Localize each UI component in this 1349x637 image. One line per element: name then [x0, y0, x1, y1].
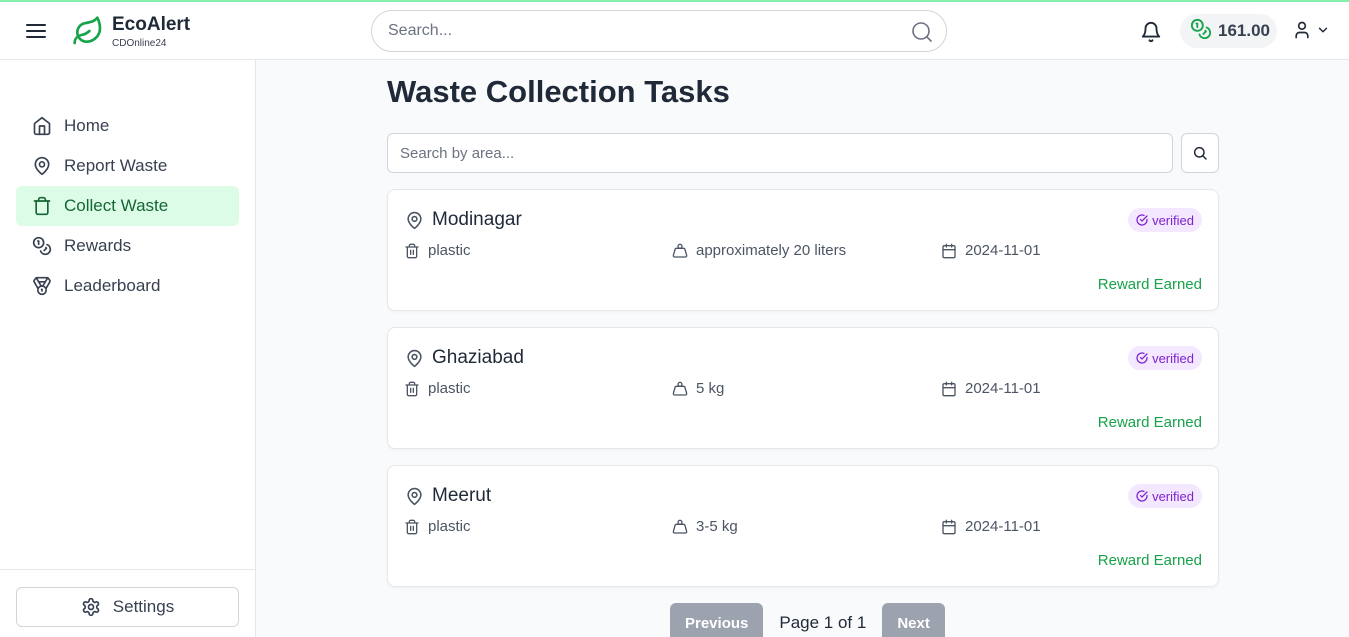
task-date: 2024-11-01 [941, 518, 1041, 535]
amount-text: 5 kg [696, 380, 725, 397]
area-search-button[interactable] [1181, 133, 1219, 173]
date-text: 2024-11-01 [965, 518, 1041, 535]
page-info: Page 1 of 1 [779, 613, 867, 632]
sidebar-item-collect-waste[interactable]: Collect Waste [16, 186, 239, 226]
waste-type-text: plastic [428, 518, 471, 535]
weight-icon [672, 381, 688, 396]
task-location: Modinagar [405, 209, 522, 231]
global-search [371, 10, 947, 52]
medal-icon [33, 276, 51, 296]
gear-icon [82, 597, 100, 617]
coins-icon [32, 236, 52, 256]
sidebar-item-label: Report Waste [64, 156, 168, 175]
sidebar-footer: Settings [0, 569, 255, 637]
check-circle-icon [1136, 490, 1148, 502]
sidebar-item-label: Collect Waste [64, 196, 169, 215]
task-card: Modinagar verified plastic approximately… [387, 189, 1219, 311]
reward-status: Reward Earned [1097, 414, 1202, 431]
status-badge: verified [1128, 346, 1202, 370]
task-location-name: Modinagar [432, 209, 522, 230]
calendar-icon [942, 519, 956, 534]
trash-icon [33, 196, 51, 216]
sidebar-item-label: Home [64, 116, 110, 135]
top-header: EcoAlert CDOnline24 161.00 [0, 2, 1349, 60]
task-waste-type: plastic [404, 380, 471, 397]
page-title: Waste Collection Tasks [387, 74, 730, 109]
task-location-name: Ghaziabad [432, 347, 524, 368]
sidebar-item-home[interactable]: Home [16, 106, 239, 146]
search-icon [1193, 146, 1207, 160]
brand-name: EcoAlert [112, 14, 191, 35]
task-waste-type: plastic [404, 242, 471, 259]
balance-badge[interactable]: 161.00 [1180, 14, 1277, 48]
check-circle-icon [1136, 352, 1148, 364]
task-date: 2024-11-01 [941, 242, 1041, 259]
status-badge: verified [1128, 208, 1202, 232]
main-content: Waste Collection Tasks Modinagar verifie… [256, 60, 1349, 637]
balance-value: 161.00 [1218, 21, 1270, 40]
chevron-down-icon [1316, 23, 1330, 42]
map-pin-icon [407, 487, 422, 505]
brand-subtitle: CDOnline24 [112, 38, 167, 49]
area-search-input[interactable] [387, 133, 1173, 173]
search-input[interactable] [372, 11, 882, 51]
menu-icon[interactable] [24, 20, 48, 42]
trash-icon [405, 381, 419, 396]
sidebar-item-leaderboard[interactable]: Leaderboard [16, 266, 239, 306]
sidebar-item-rewards[interactable]: Rewards [16, 226, 239, 266]
sidebar-item-report-waste[interactable]: Report Waste [16, 146, 239, 186]
date-text: 2024-11-01 [965, 380, 1041, 397]
task-card: Ghaziabad verified plastic 5 kg 2024-11-… [387, 327, 1219, 449]
amount-text: 3-5 kg [696, 518, 738, 535]
task-location-name: Meerut [432, 485, 492, 506]
map-pin-icon [34, 156, 50, 176]
task-amount: approximately 20 liters [672, 242, 846, 259]
brand: EcoAlert CDOnline24 [112, 15, 190, 51]
coins-icon [1190, 18, 1212, 45]
map-pin-icon [407, 349, 422, 367]
waste-type-text: plastic [428, 242, 471, 259]
settings-button[interactable]: Settings [16, 587, 239, 627]
user-menu[interactable] [1292, 21, 1332, 43]
user-icon [1292, 20, 1312, 45]
reward-status: Reward Earned [1097, 552, 1202, 569]
task-waste-type: plastic [404, 518, 471, 535]
task-amount: 3-5 kg [672, 518, 738, 535]
search-icon[interactable] [910, 20, 934, 44]
status-badge: verified [1128, 484, 1202, 508]
settings-label: Settings [112, 597, 175, 616]
task-amount: 5 kg [672, 380, 724, 397]
status-text: verified [1152, 488, 1194, 504]
pagination: Previous Page 1 of 1 Next [670, 603, 945, 637]
task-location: Ghaziabad [405, 347, 524, 369]
trash-icon [405, 519, 419, 534]
sidebar-nav: Home Report Waste Collect Waste Rewards … [16, 106, 239, 306]
home-icon [33, 116, 51, 136]
weight-icon [672, 243, 688, 258]
next-button[interactable]: Next [882, 603, 945, 637]
amount-text: approximately 20 liters [696, 242, 847, 259]
trash-icon [405, 243, 419, 258]
sidebar: Home Report Waste Collect Waste Rewards … [0, 60, 256, 637]
status-text: verified [1152, 350, 1194, 366]
reward-status: Reward Earned [1097, 276, 1202, 293]
status-text: verified [1152, 212, 1194, 228]
previous-button[interactable]: Previous [670, 603, 764, 637]
task-list: Modinagar verified plastic approximately… [387, 189, 1219, 603]
task-card: Meerut verified plastic 3-5 kg 2024-11-0… [387, 465, 1219, 587]
weight-icon [672, 519, 688, 534]
sidebar-item-label: Rewards [64, 236, 132, 255]
check-circle-icon [1136, 214, 1148, 226]
calendar-icon [942, 243, 956, 258]
bell-icon[interactable] [1140, 21, 1162, 43]
sidebar-item-label: Leaderboard [64, 276, 161, 295]
waste-type-text: plastic [428, 380, 471, 397]
date-text: 2024-11-01 [965, 242, 1041, 259]
calendar-icon [942, 381, 956, 396]
task-date: 2024-11-01 [941, 380, 1041, 397]
leaf-logo-icon [72, 15, 104, 47]
task-location: Meerut [405, 485, 491, 507]
map-pin-icon [407, 211, 422, 229]
